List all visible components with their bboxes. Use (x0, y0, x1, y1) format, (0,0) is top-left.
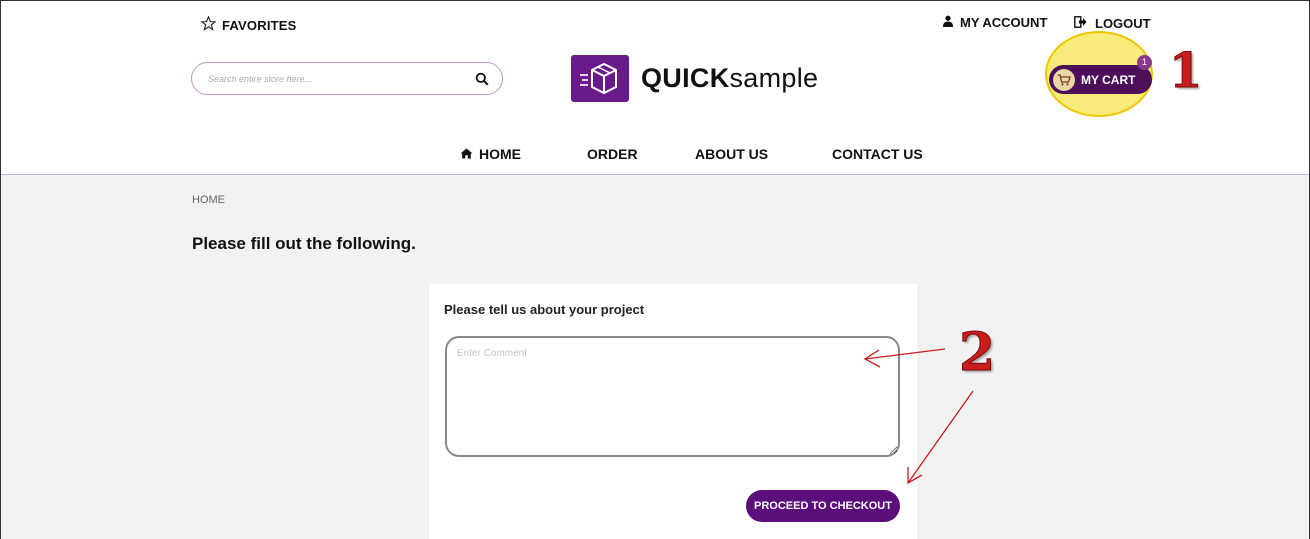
callout-number-1: 1 (1168, 43, 1203, 99)
search-icon[interactable] (474, 71, 490, 87)
search-input[interactable] (208, 73, 474, 84)
my-cart-label: MY CART (1081, 72, 1136, 87)
my-account-link[interactable]: MY ACCOUNT (942, 15, 1047, 30)
callout-number-2: 2 (958, 322, 996, 383)
nav-about-us[interactable]: ABOUT US (695, 146, 768, 162)
nav-order[interactable]: ORDER (587, 146, 638, 162)
nav-order-label: ORDER (587, 146, 638, 162)
arrow-to-checkout (907, 390, 974, 485)
logout-link[interactable]: LOGOUT (1074, 16, 1151, 31)
logout-icon (1074, 16, 1087, 31)
my-account-label: MY ACCOUNT (960, 15, 1048, 30)
proceed-to-checkout-button[interactable]: PROCEED TO CHECKOUT (746, 490, 900, 522)
logout-label: LOGOUT (1095, 16, 1151, 31)
project-form-label: Please tell us about your project (444, 302, 645, 317)
nav-home-label: HOME (479, 146, 521, 162)
home-icon (460, 146, 473, 162)
comment-textarea[interactable] (445, 336, 900, 457)
logo-text: QUICKsample (641, 63, 818, 94)
logo-text-bold: QUICK (641, 63, 730, 93)
favorites-label: FAVORITES (222, 17, 297, 33)
user-icon (942, 15, 954, 30)
box-logo-icon (571, 55, 629, 102)
nav-contact-us[interactable]: CONTACT US (832, 146, 923, 162)
logo-text-light: sample (729, 63, 819, 93)
search-bar (191, 62, 503, 95)
cart-count-badge: 1 (1137, 55, 1152, 70)
my-cart-button[interactable]: MY CART (1049, 65, 1152, 94)
star-icon (200, 15, 217, 34)
nav-contact-label: CONTACT US (832, 146, 923, 162)
site-logo[interactable]: QUICKsample (571, 55, 818, 102)
favorites-link[interactable]: FAVORITES (200, 15, 297, 34)
nav-home[interactable]: HOME (460, 146, 521, 162)
site-header: FAVORITES MY ACCOUNT LOGOUT Search entir… (1, 1, 1309, 175)
breadcrumb[interactable]: HOME (192, 194, 225, 206)
cart-icon (1053, 68, 1075, 91)
page-title: Please fill out the following. (192, 234, 416, 253)
nav-about-label: ABOUT US (695, 146, 769, 162)
